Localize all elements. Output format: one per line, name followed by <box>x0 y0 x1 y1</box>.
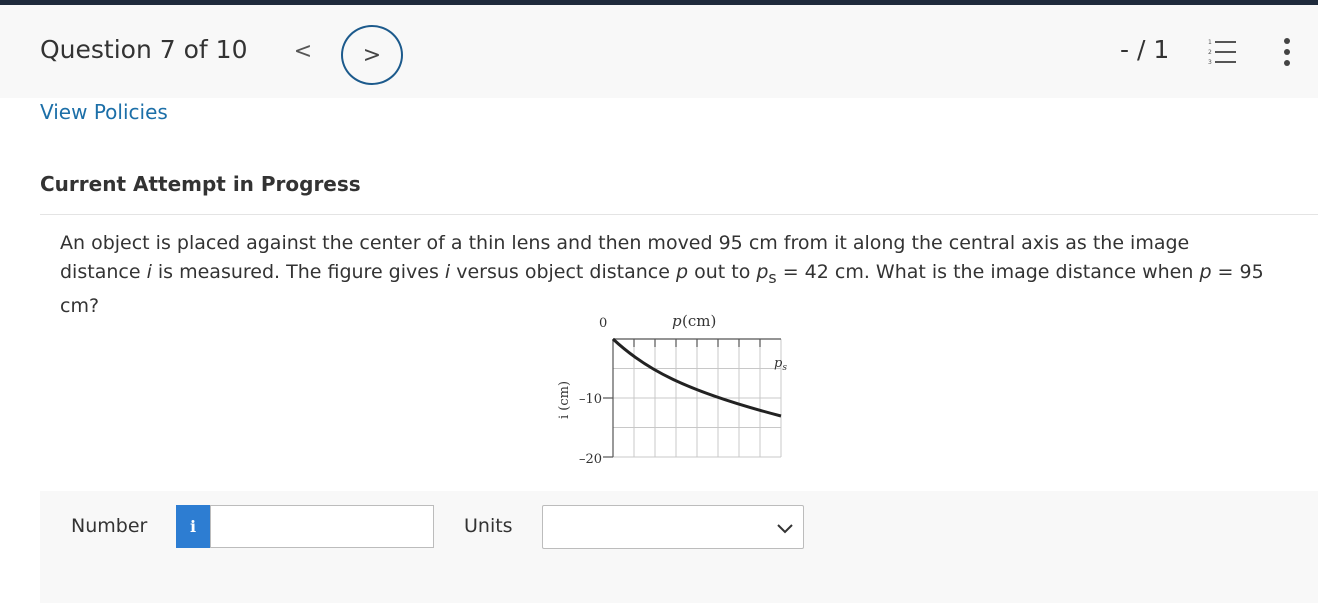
view-policies-link[interactable]: View Policies <box>40 100 168 124</box>
number-input[interactable] <box>210 505 434 548</box>
ps-label: ps <box>774 356 787 373</box>
attempt-status: Current Attempt in Progress <box>40 172 361 196</box>
x-origin-label: 0 <box>599 316 607 331</box>
x-axis-unit: (cm) <box>682 312 716 330</box>
y-tick-minus20: –20 <box>579 452 602 467</box>
svg-text:3: 3 <box>1208 59 1212 66</box>
x-axis-label: p <box>672 312 682 330</box>
vertical-ellipsis-icon <box>1284 38 1290 66</box>
y-tick-minus10: –10 <box>579 392 602 407</box>
info-button[interactable]: i <box>176 505 210 548</box>
svg-text:1: 1 <box>1208 39 1212 46</box>
lens-graph-figure: 0 p (cm) ps –10 –20 i (cm) <box>545 307 825 477</box>
question-header: Question 7 of 10 < > - / 1 1 2 3 <box>0 5 1318 98</box>
next-question-button[interactable]: > <box>341 25 403 85</box>
chevron-left-icon: < <box>293 38 313 64</box>
info-icon: i <box>189 517 197 536</box>
numbered-list-icon: 1 2 3 <box>1208 39 1236 66</box>
more-options-button[interactable] <box>1276 35 1298 69</box>
score-display: - / 1 <box>1120 35 1170 64</box>
chevron-down-icon <box>777 524 793 534</box>
chevron-right-icon: > <box>362 42 382 68</box>
svg-text:2: 2 <box>1208 49 1212 56</box>
units-label: Units <box>464 515 513 537</box>
i-vs-p-graph: 0 p (cm) ps –10 –20 i (cm) <box>557 312 787 467</box>
y-axis-label: i (cm) <box>557 381 572 419</box>
question-title: Question 7 of 10 <box>40 35 248 64</box>
question-body: An object is placed against the center o… <box>40 215 1318 491</box>
previous-question-button[interactable]: < <box>290 33 316 69</box>
units-dropdown[interactable] <box>542 505 804 549</box>
question-list-button[interactable]: 1 2 3 <box>1206 37 1238 67</box>
question-panel: An object is placed against the center o… <box>40 214 1318 603</box>
number-label: Number <box>71 515 148 537</box>
